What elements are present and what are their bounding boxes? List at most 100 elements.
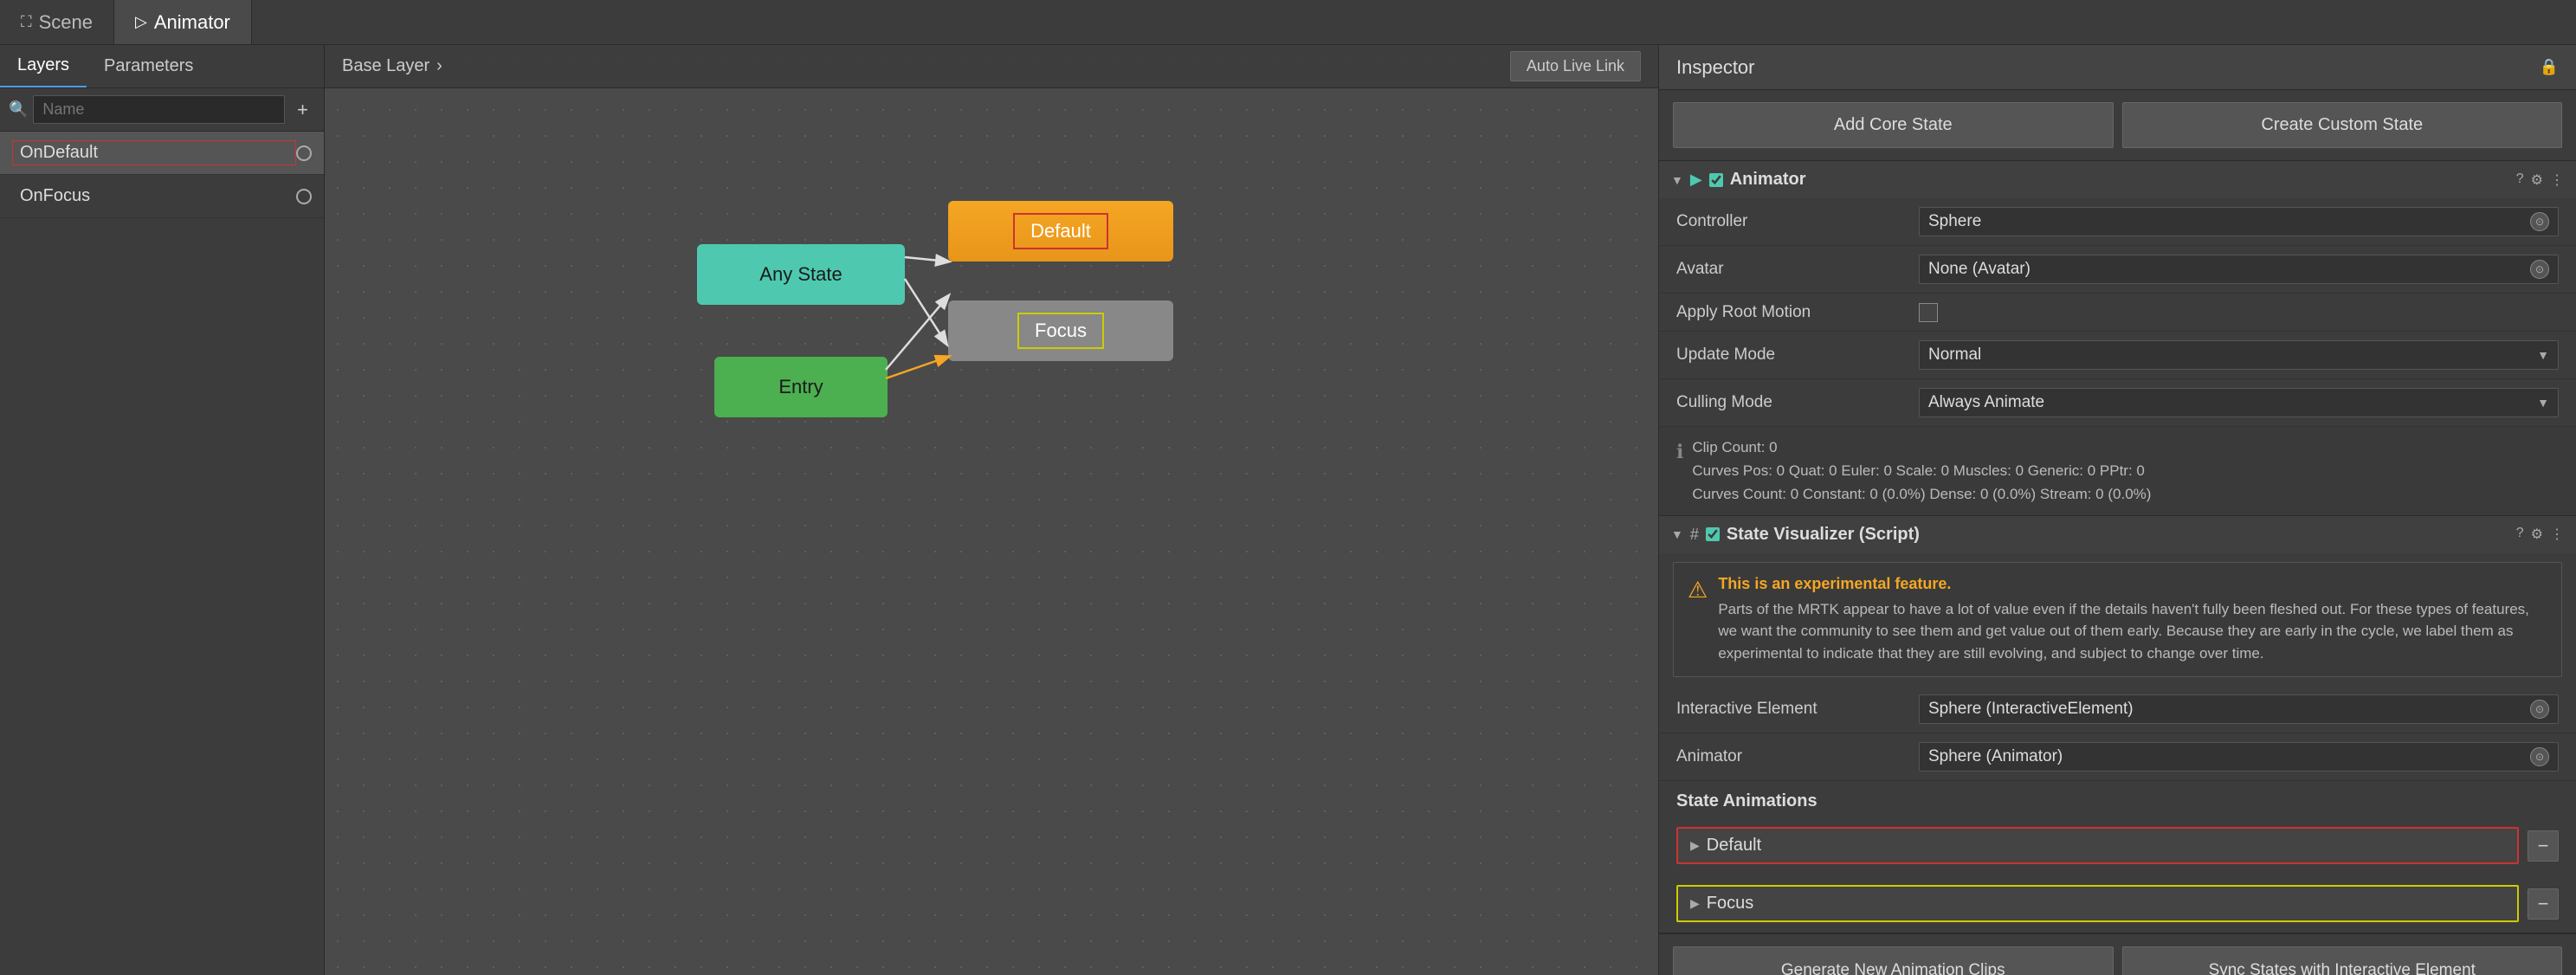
inspector-title: Inspector — [1676, 56, 2531, 79]
bottom-buttons: Generate New Animation Clips Sync States… — [1659, 933, 2576, 975]
tab-scene-label: Scene — [39, 11, 93, 34]
node-anystate-label: Any State — [759, 263, 842, 286]
node-default[interactable]: Default — [948, 201, 1173, 262]
apply-root-motion-checkbox[interactable] — [1919, 303, 1938, 322]
layer-name-ondefault: OnDefault — [12, 140, 296, 165]
prop-culling-mode: Culling Mode Always Animate ▼ — [1659, 379, 2576, 427]
animator-enabled-checkbox[interactable] — [1709, 173, 1723, 187]
prop-controller: Controller Sphere ⊙ — [1659, 198, 2576, 246]
warning-icon: ⚠ — [1688, 577, 1708, 604]
tab-layers[interactable]: Layers — [0, 45, 87, 87]
interactive-element-label: Interactive Element — [1676, 700, 1919, 719]
avatar-picker[interactable]: ⊙ — [2530, 260, 2549, 279]
update-mode-select[interactable]: Normal ▼ — [1919, 340, 2559, 370]
generate-animation-clips-button[interactable]: Generate New Animation Clips — [1673, 946, 2114, 975]
canvas-area[interactable]: Base Layer › Auto Live Link — [325, 45, 1658, 975]
animator-ref-picker[interactable]: ⊙ — [2530, 747, 2549, 766]
avatar-value-text: None (Avatar) — [1928, 260, 2030, 279]
tab-scene[interactable]: ⛶ Scene — [0, 0, 114, 44]
node-entry-label: Entry — [778, 376, 823, 398]
animator-section: ▼ ▶ Animator ? ⚙ ⋮ Controller Sphere ⊙ A… — [1659, 161, 2576, 516]
animator-icon: ▷ — [135, 13, 147, 31]
animator-toggle[interactable]: ▼ — [1671, 173, 1683, 187]
state-label-focus[interactable]: ▶ Focus — [1676, 885, 2519, 922]
prop-avatar: Avatar None (Avatar) ⊙ — [1659, 246, 2576, 294]
animator-section-icons: ? ⚙ ⋮ — [2516, 171, 2564, 189]
node-focus[interactable]: Focus — [948, 300, 1173, 361]
animator-ref-label: Animator — [1676, 747, 1919, 766]
layer-name-onfocus: OnFocus — [12, 184, 296, 209]
state-visualizer-section: ▼ # State Visualizer (Script) ? ⚙ ⋮ ⚠ Th… — [1659, 516, 2576, 934]
breadcrumb-chevron: › — [436, 56, 442, 76]
state-triangle-focus: ▶ — [1690, 896, 1700, 911]
state-label-default[interactable]: ▶ Default — [1676, 827, 2519, 864]
animator-info-text: Clip Count: 0 Curves Pos: 0 Quat: 0 Eule… — [1692, 436, 2151, 507]
sv-settings-icon[interactable]: ⚙ — [2531, 526, 2543, 543]
warning-text: Parts of the MRTK appear to have a lot o… — [1718, 598, 2547, 665]
search-icon: 🔍 — [9, 100, 28, 119]
avatar-label: Avatar — [1676, 260, 1919, 279]
state-animations-header: State Animations — [1659, 781, 2576, 817]
interactive-element-picker[interactable]: ⊙ — [2530, 700, 2549, 719]
breadcrumb: Base Layer › — [342, 56, 442, 76]
animator-ref-value[interactable]: Sphere (Animator) ⊙ — [1919, 742, 2559, 772]
warning-title: This is an experimental feature. — [1718, 575, 2547, 593]
overflow-icon[interactable]: ⋮ — [2550, 171, 2564, 189]
main-layout: Layers Parameters 🔍 + OnDefault OnFocus … — [0, 45, 2576, 975]
update-mode-arrow: ▼ — [2537, 348, 2549, 362]
controller-value-text: Sphere — [1928, 212, 1981, 231]
state-name-focus: Focus — [1707, 894, 1753, 914]
search-row: 🔍 + — [0, 88, 324, 132]
animator-play-icon: ▶ — [1690, 171, 1702, 189]
settings-icon[interactable]: ⚙ — [2531, 171, 2543, 189]
sv-overflow-icon[interactable]: ⋮ — [2550, 526, 2564, 543]
state-remove-default[interactable]: − — [2528, 830, 2559, 862]
state-visualizer-enabled-checkbox[interactable] — [1706, 527, 1720, 541]
scene-icon: ⛶ — [21, 13, 32, 31]
state-item-focus: ▶ Focus − — [1659, 875, 2576, 933]
inspector-panel: Inspector 🔒 Add Core State Create Custom… — [1658, 45, 2576, 975]
update-mode-value: Normal — [1928, 345, 1981, 365]
layer-item-onfocus[interactable]: OnFocus — [0, 175, 324, 218]
state-visualizer-toggle[interactable]: ▼ — [1671, 527, 1683, 541]
sv-help-icon[interactable]: ? — [2516, 526, 2524, 543]
tab-animator[interactable]: ▷ Animator — [114, 0, 252, 44]
prop-update-mode: Update Mode Normal ▼ — [1659, 332, 2576, 379]
animator-section-name: Animator — [1730, 170, 2509, 190]
create-custom-state-button[interactable]: Create Custom State — [2122, 102, 2563, 148]
node-entry[interactable]: Entry — [714, 357, 888, 417]
left-panel: Layers Parameters 🔍 + OnDefault OnFocus — [0, 45, 325, 975]
add-layer-button[interactable]: + — [290, 97, 315, 123]
state-name-default: Default — [1707, 836, 1761, 856]
canvas-header: Base Layer › Auto Live Link — [325, 45, 1658, 88]
update-mode-label: Update Mode — [1676, 345, 1919, 365]
tab-parameters[interactable]: Parameters — [87, 45, 210, 87]
culling-mode-arrow: ▼ — [2537, 396, 2549, 410]
hash-icon: # — [1690, 526, 1699, 544]
info-icon: ℹ — [1676, 437, 1683, 466]
controller-picker[interactable]: ⊙ — [2530, 212, 2549, 231]
culling-mode-select[interactable]: Always Animate ▼ — [1919, 388, 2559, 417]
node-focus-inner: Focus — [1017, 313, 1104, 349]
state-remove-focus[interactable]: − — [2528, 888, 2559, 920]
animator-section-header: ▼ ▶ Animator ? ⚙ ⋮ — [1659, 161, 2576, 198]
avatar-value[interactable]: None (Avatar) ⊙ — [1919, 255, 2559, 284]
tab-animator-label: Animator — [154, 11, 230, 34]
sync-states-button[interactable]: Sync States with Interactive Element — [2122, 946, 2563, 975]
add-core-state-button[interactable]: Add Core State — [1673, 102, 2114, 148]
culling-mode-label: Culling Mode — [1676, 393, 1919, 412]
state-visualizer-header: ▼ # State Visualizer (Script) ? ⚙ ⋮ — [1659, 516, 2576, 553]
warning-content: This is an experimental feature. Parts o… — [1718, 575, 2547, 665]
interactive-element-value-text: Sphere (InteractiveElement) — [1928, 700, 2134, 719]
layer-circle-onfocus — [296, 189, 312, 204]
auto-live-link-button[interactable]: Auto Live Link — [1510, 51, 1641, 81]
animator-ref-value-text: Sphere (Animator) — [1928, 747, 2063, 766]
controller-value[interactable]: Sphere ⊙ — [1919, 207, 2559, 236]
node-anystate[interactable]: Any State — [697, 244, 905, 305]
help-icon[interactable]: ? — [2516, 171, 2524, 189]
search-input[interactable] — [33, 95, 285, 124]
tab-layers-label: Layers — [17, 55, 69, 75]
interactive-element-value[interactable]: Sphere (InteractiveElement) ⊙ — [1919, 694, 2559, 724]
layer-item-ondefault[interactable]: OnDefault — [0, 132, 324, 175]
inspector-header: Inspector 🔒 — [1659, 45, 2576, 90]
